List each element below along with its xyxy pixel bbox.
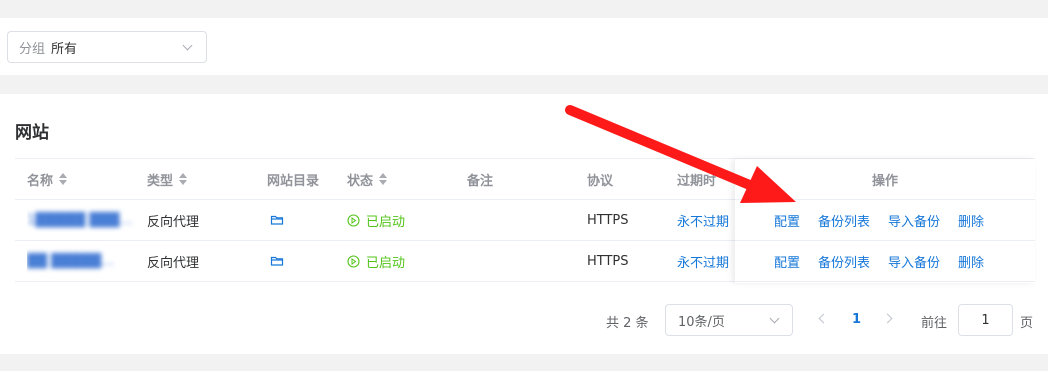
site-type: 反向代理 [147,214,200,230]
page-size-select[interactable]: 10条/页 [665,304,793,336]
backup-list-link[interactable]: 备份列表 [818,252,870,271]
group-select[interactable]: 分组 所有 [7,31,207,63]
status-running: 已启动 [347,211,405,230]
pagination-total: 共 2 条 [606,316,649,331]
column-header-ops: 操作 [871,173,898,189]
ops-row: 配置 备份列表 导入备份 删除 [735,200,1035,241]
backup-list-link[interactable]: 备份列表 [818,211,870,230]
status-label: 已启动 [366,214,406,230]
group-select-prefix: 分组 [19,41,46,57]
column-header-expire: 过期时 [677,173,717,189]
open-dir-button[interactable] [267,200,342,240]
config-link[interactable]: 配置 [774,252,800,271]
site-protocol: HTTPS [587,212,629,228]
page-title: 网站 [15,123,49,143]
column-header-note: 备注 [467,173,494,189]
folder-icon [270,215,284,225]
prev-page-icon[interactable] [818,313,829,324]
header-label-name: 名称 [27,173,54,189]
site-name-link[interactable]: ██ █████… [27,241,137,281]
row-actions: 配置 备份列表 导入备份 删除 [774,241,1002,281]
site-note [467,200,577,240]
site-expire-link[interactable]: 永不过期 [677,200,734,240]
play-circle-icon [347,254,360,268]
table-header-ops: 操作 [735,159,1035,200]
import-backup-link[interactable]: 导入备份 [888,211,940,230]
play-circle-icon [347,213,360,227]
header-label-type: 类型 [147,173,174,189]
website-table: 名称 类型 网站目录 状态 备注 协议 过期时 1█████ ███… 反向代理… [15,158,1035,283]
group-select-value: 所有 [51,41,78,57]
open-dir-button[interactable] [267,241,342,281]
site-type: 反向代理 [147,255,200,271]
status-running: 已启动 [347,252,405,271]
sort-icon[interactable] [179,173,188,185]
status-badge[interactable]: 已启动 [347,200,457,240]
sort-icon[interactable] [379,173,388,185]
ops-row: 配置 备份列表 导入备份 删除 [735,241,1035,282]
row-actions: 配置 备份列表 导入备份 删除 [774,200,1002,240]
page-number-current[interactable]: 1 [852,312,861,327]
column-header-dir: 网站目录 [267,173,320,189]
column-header-status[interactable]: 状态 [347,159,457,199]
delete-link[interactable]: 删除 [958,211,984,230]
next-page-icon[interactable] [882,313,893,324]
website-card: 网站 名称 类型 网站目录 状态 备注 协议 过期时 1█████ ███… 反… [0,94,1048,354]
filter-card: 分组 所有 [0,18,1048,75]
site-name: ██ █████… [27,253,115,269]
import-backup-link[interactable]: 导入备份 [888,252,940,271]
site-name-link[interactable]: 1█████ ███… [27,200,137,240]
chevron-down-icon [769,313,780,324]
column-header-protocol: 协议 [587,173,614,189]
page-unit-label: 页 [1020,316,1034,331]
column-header-name[interactable]: 名称 [27,159,137,199]
site-expire-link[interactable]: 永不过期 [677,241,734,281]
site-protocol: HTTPS [587,253,629,269]
column-header-type[interactable]: 类型 [147,159,257,199]
sort-icon[interactable] [59,173,68,185]
goto-page-input[interactable] [958,304,1013,336]
fixed-ops-column: 操作 配置 备份列表 导入备份 删除 配置 备份列表 导入备份 删除 [735,159,1035,283]
status-badge[interactable]: 已启动 [347,241,457,281]
chevron-down-icon [182,40,193,51]
goto-label: 前往 [921,316,948,331]
folder-icon [270,256,284,266]
status-label: 已启动 [366,255,406,271]
site-note [467,241,577,281]
pagination: 共 2 条 10条/页 1 前往 页 [0,304,1048,336]
header-label-status: 状态 [347,173,374,189]
page-size-value: 10条/页 [678,314,725,330]
delete-link[interactable]: 删除 [958,252,984,271]
config-link[interactable]: 配置 [774,211,800,230]
site-name: 1█████ ███… [27,212,133,228]
